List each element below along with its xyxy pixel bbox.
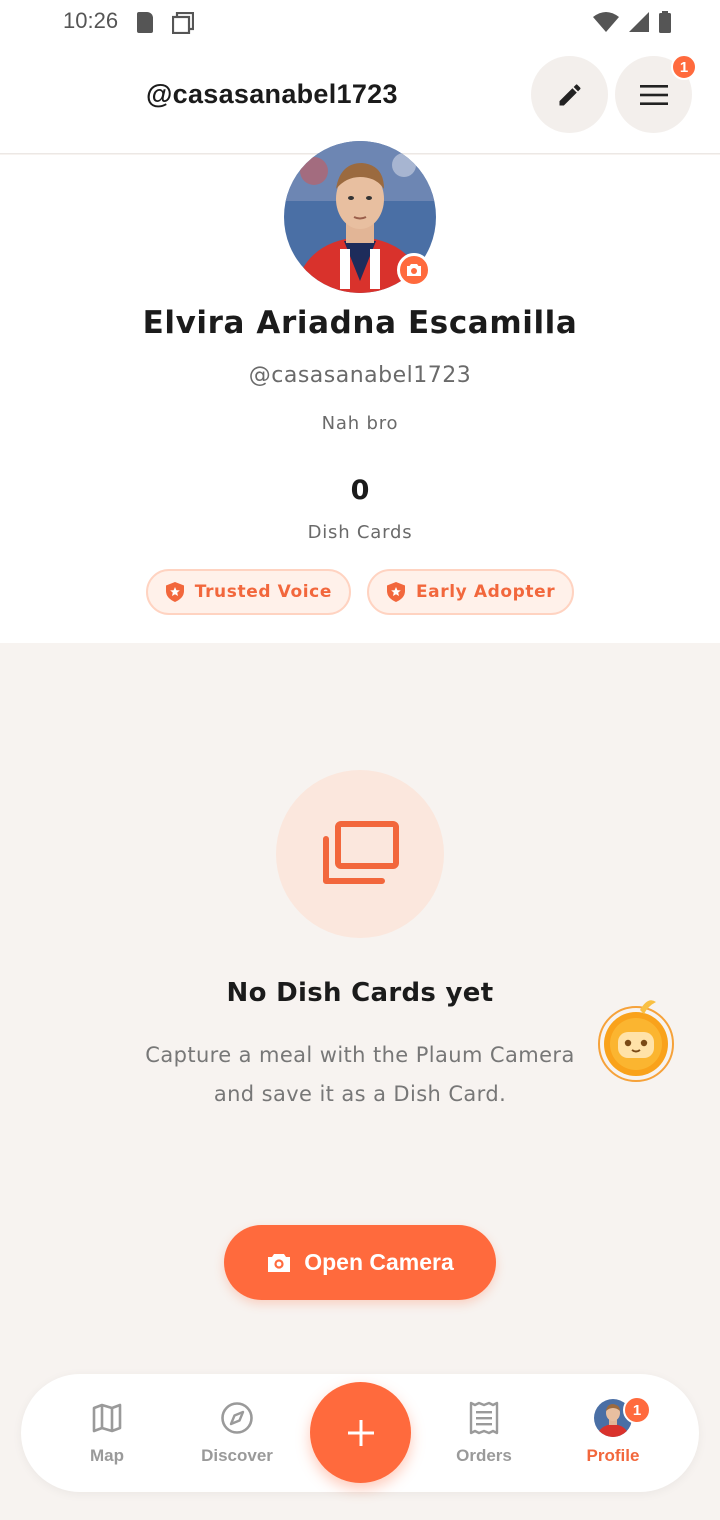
edit-profile-button[interactable] bbox=[531, 56, 608, 133]
badge-label: Trusted Voice bbox=[194, 582, 332, 602]
badges-row: Trusted Voice Early Adopter bbox=[0, 569, 720, 615]
map-icon bbox=[92, 1403, 122, 1433]
profile-bio: Nah bro bbox=[321, 413, 399, 434]
badge-label: Early Adopter bbox=[415, 582, 556, 602]
profile-name: Elvira Ariadna Escamilla bbox=[142, 305, 578, 341]
camera-icon bbox=[407, 264, 421, 276]
open-camera-button[interactable]: Open Camera bbox=[224, 1225, 496, 1300]
empty-state-description: Capture a meal with the Plaum Camera and… bbox=[145, 1043, 575, 1106]
cards-stack-icon bbox=[323, 821, 399, 884]
profile-handle: @casasanabel1723 bbox=[248, 363, 472, 388]
camera-icon bbox=[268, 1253, 291, 1272]
screenshot-icon bbox=[171, 11, 195, 35]
wifi-icon bbox=[593, 12, 619, 32]
change-photo-button[interactable] bbox=[397, 253, 431, 287]
badge-trusted-voice[interactable]: Trusted Voice bbox=[145, 569, 351, 615]
profile-notification-badge: 1 bbox=[623, 1396, 651, 1424]
add-button[interactable] bbox=[310, 1382, 411, 1483]
empty-state-illustration bbox=[276, 770, 444, 938]
status-time: 10:26 bbox=[63, 8, 119, 33]
nav-discover[interactable]: Discover bbox=[182, 1400, 292, 1466]
open-camera-label: Open Camera bbox=[304, 1249, 454, 1275]
header-handle: @casasanabel1723 bbox=[146, 79, 398, 109]
battery-icon bbox=[659, 11, 671, 33]
badge-early-adopter[interactable]: Early Adopter bbox=[366, 569, 575, 615]
status-icons bbox=[592, 11, 672, 33]
nav-label: Profile bbox=[586, 1446, 640, 1465]
shield-star-icon bbox=[386, 582, 405, 602]
signal-icon bbox=[629, 12, 649, 32]
dish-cards-label: Dish Cards bbox=[307, 522, 413, 543]
bottom-navigation: Map Discover Orders Profile 1 bbox=[21, 1374, 699, 1492]
sd-card-icon bbox=[137, 12, 153, 33]
hamburger-icon bbox=[639, 84, 668, 105]
status-bar: 10:26 bbox=[0, 0, 720, 46]
nav-label: Discover bbox=[201, 1446, 273, 1465]
nav-orders[interactable]: Orders bbox=[429, 1400, 539, 1466]
mascot-icon bbox=[598, 1000, 674, 1082]
compass-icon bbox=[221, 1402, 253, 1434]
assistant-mascot-button[interactable] bbox=[596, 996, 678, 1086]
shield-star-icon bbox=[165, 582, 184, 602]
pencil-icon bbox=[559, 83, 581, 105]
profile-info: Elvira Ariadna Escamilla @casasanabel172… bbox=[0, 141, 720, 643]
plus-icon bbox=[347, 1419, 374, 1446]
receipt-icon bbox=[469, 1401, 499, 1435]
nav-map[interactable]: Map bbox=[52, 1400, 162, 1466]
nav-label: Map bbox=[90, 1446, 124, 1465]
menu-notification-badge: 1 bbox=[671, 54, 697, 80]
dish-cards-count: 0 bbox=[350, 475, 370, 506]
profile-header: @casasanabel1723 1 bbox=[0, 46, 720, 154]
nav-label: Orders bbox=[456, 1446, 512, 1465]
nav-profile[interactable]: Profile bbox=[558, 1399, 668, 1466]
avatar-container[interactable] bbox=[284, 141, 436, 293]
